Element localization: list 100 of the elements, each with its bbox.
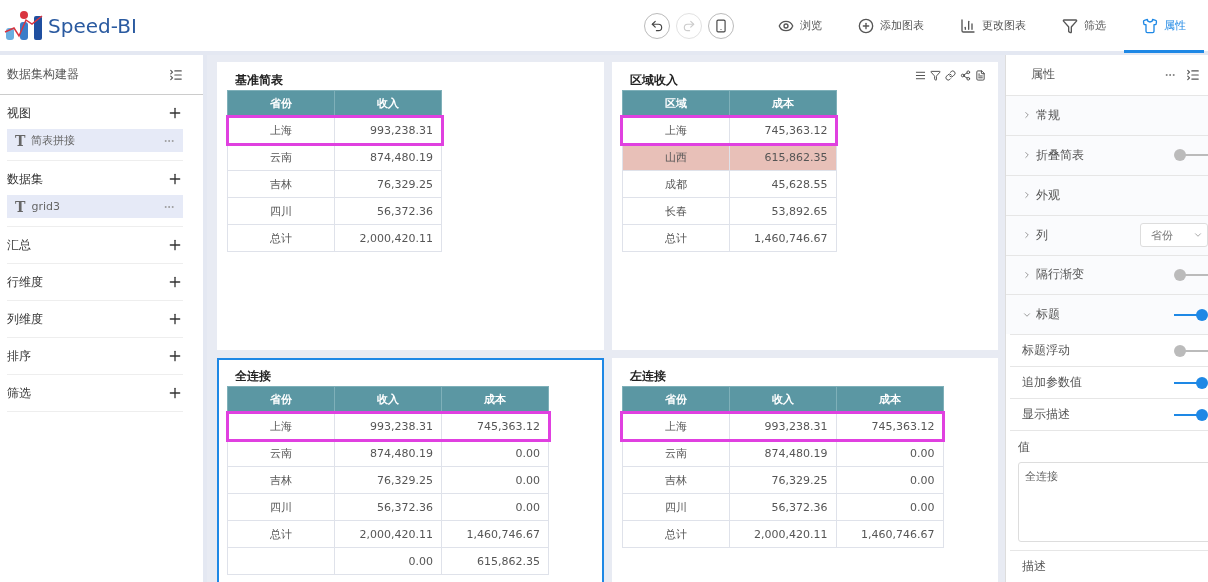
table-cell: 45,628.55 (729, 170, 836, 198)
panel-title: 全连接 (235, 367, 271, 385)
table-panel[interactable]: 基准简表 省份 收入 上海 993,238.31 云南 874,480.19 吉林 76,329.25 四川 56,372.36 总计 2,000,420.11 (217, 62, 604, 350)
table-cell: 云南 (227, 143, 335, 171)
toggle-switch[interactable] (1174, 376, 1208, 389)
toggle-switch[interactable] (1174, 344, 1208, 357)
table-panel[interactable]: 左连接 省份 收入 成本 上海 993,238.31 745,363.12 云南 874,480.19 0.00 吉林 76,329.25 0.00 四川 56,372.36 0.00 总计 2,000,420.11 1,460,746.67 (611, 358, 998, 582)
section-label: 数据集 (7, 170, 43, 188)
collapse-icon[interactable] (1186, 67, 1200, 82)
column-header: 省份 (227, 386, 335, 413)
table-cell: 云南 (622, 439, 729, 467)
toggle-switch[interactable] (1174, 269, 1208, 281)
toggle-switch[interactable] (1174, 308, 1208, 321)
table-cell: 0.00 (836, 466, 943, 494)
share-icon[interactable] (960, 70, 971, 81)
mobile-button[interactable] (708, 12, 734, 39)
table-cell: 874,480.19 (334, 439, 442, 467)
table-cell: 0.00 (441, 493, 549, 521)
collapse-icon[interactable] (169, 67, 183, 82)
table-cell: 四川 (622, 493, 729, 521)
property-label: 描述 (1022, 558, 1046, 576)
property-label[interactable]: 折叠简表 (1036, 146, 1084, 164)
sidebar-title: 数据集构建器 (7, 66, 79, 83)
property-label: 值 (1018, 439, 1031, 457)
value-field[interactable]: 全连接 (1018, 462, 1208, 543)
property-label[interactable]: 常规 (1036, 106, 1060, 124)
column-header: 省份 (622, 386, 729, 413)
app-name: Speed-BI (48, 13, 137, 38)
section-label: 行维度 (7, 273, 43, 291)
add-icon[interactable] (167, 311, 183, 327)
toolbar-tab[interactable]: 添加图表 (840, 1, 942, 53)
table-cell: 云南 (227, 439, 335, 467)
export-icon[interactable] (975, 70, 986, 81)
table-cell: 53,892.65 (729, 197, 836, 225)
panel-title: 左连接 (629, 367, 666, 385)
add-icon[interactable] (167, 171, 183, 187)
add-icon[interactable] (167, 274, 183, 290)
filter-icon[interactable] (930, 70, 941, 81)
section-label: 筛选 (7, 384, 31, 402)
table-panel[interactable]: 全连接 省份 收入 成本 上海 993,238.31 745,363.12 云南 874,480.19 0.00 吉林 76,329.25 0.00 四川 56,372.36 0.00 总计 2,000,420.11 1,460,746.67 0.00 615,862.35 (217, 358, 604, 582)
redo-icon (682, 18, 696, 33)
column-header: 成本 (836, 386, 943, 413)
property-label[interactable]: 列 (1036, 226, 1048, 244)
add-icon[interactable] (167, 385, 183, 401)
table-cell: 2,000,420.11 (729, 520, 836, 548)
table-cell: 长春 (622, 197, 729, 225)
table-cell: 成都 (622, 170, 729, 198)
toolbar-tab[interactable]: 浏览 (760, 1, 840, 53)
table-cell: 吉林 (622, 466, 729, 494)
panel-title: 区域收入 (629, 71, 678, 89)
dataset-item[interactable]: T 简表拼接 (7, 129, 183, 152)
property-label[interactable]: 隔行渐变 (1036, 266, 1084, 284)
toggle-switch[interactable] (1174, 149, 1208, 162)
item-label: grid3 (31, 200, 61, 213)
table-cell: 0.00 (441, 439, 549, 467)
toolbar-tab[interactable]: 更改图表 (942, 1, 1044, 53)
table-cell: 0.00 (441, 466, 549, 494)
table-cell: 56,372.36 (729, 493, 836, 521)
table-cell: 874,480.19 (334, 143, 442, 171)
table-cell: 总计 (622, 520, 729, 548)
column-select[interactable]: 省份 (1140, 223, 1208, 248)
menu-icon[interactable] (915, 70, 926, 81)
property-label: 标题浮动 (1022, 342, 1070, 360)
property-label: 显示描述 (1022, 406, 1070, 424)
plus-circle-icon (858, 17, 874, 34)
section-label: 汇总 (7, 236, 31, 254)
toggle-switch[interactable] (1174, 408, 1208, 421)
table-cell: 吉林 (227, 170, 335, 198)
add-icon[interactable] (167, 237, 183, 253)
text-type-icon: T (15, 132, 26, 149)
property-label[interactable]: 标题 (1036, 306, 1060, 324)
filter-icon (1062, 17, 1078, 34)
table-cell: 56,372.36 (334, 197, 442, 225)
dataset-item[interactable]: T grid3 (7, 195, 183, 218)
table-cell: 76,329.25 (729, 466, 836, 494)
text-type-icon: T (15, 198, 26, 215)
toolbar-tab[interactable]: 属性 (1124, 1, 1204, 53)
add-icon[interactable] (167, 348, 183, 364)
undo-icon (650, 18, 664, 33)
column-header: 成本 (441, 386, 549, 413)
bar-chart-icon (960, 17, 976, 34)
column-header: 收入 (334, 90, 442, 117)
item-label: 简表拼接 (31, 133, 77, 148)
table-cell: 2,000,420.11 (334, 520, 442, 548)
table-cell: 76,329.25 (334, 466, 442, 494)
column-header: 省份 (227, 90, 335, 117)
link-icon[interactable] (945, 70, 956, 81)
table-cell: 615,862.35 (441, 547, 549, 575)
table-cell: 总计 (227, 224, 335, 252)
table-panel[interactable]: 区域收入 区域 成本 上海 745,363.12 山西 615,862.35 成都 45,628.55 长春 53,892.65 总计 1,460,746.67 (611, 62, 998, 350)
properties-title: 属性 (1031, 66, 1055, 84)
property-label[interactable]: 外观 (1036, 186, 1060, 204)
undo-button[interactable] (644, 12, 670, 39)
toolbar-tab[interactable]: 筛选 (1044, 1, 1124, 53)
table-cell: 0.00 (836, 493, 943, 521)
add-icon[interactable] (167, 105, 183, 121)
table-cell: 吉林 (227, 466, 335, 494)
table-cell: 0.00 (836, 439, 943, 467)
panel-title: 基准简表 (235, 71, 283, 89)
table-cell: 四川 (227, 197, 335, 225)
